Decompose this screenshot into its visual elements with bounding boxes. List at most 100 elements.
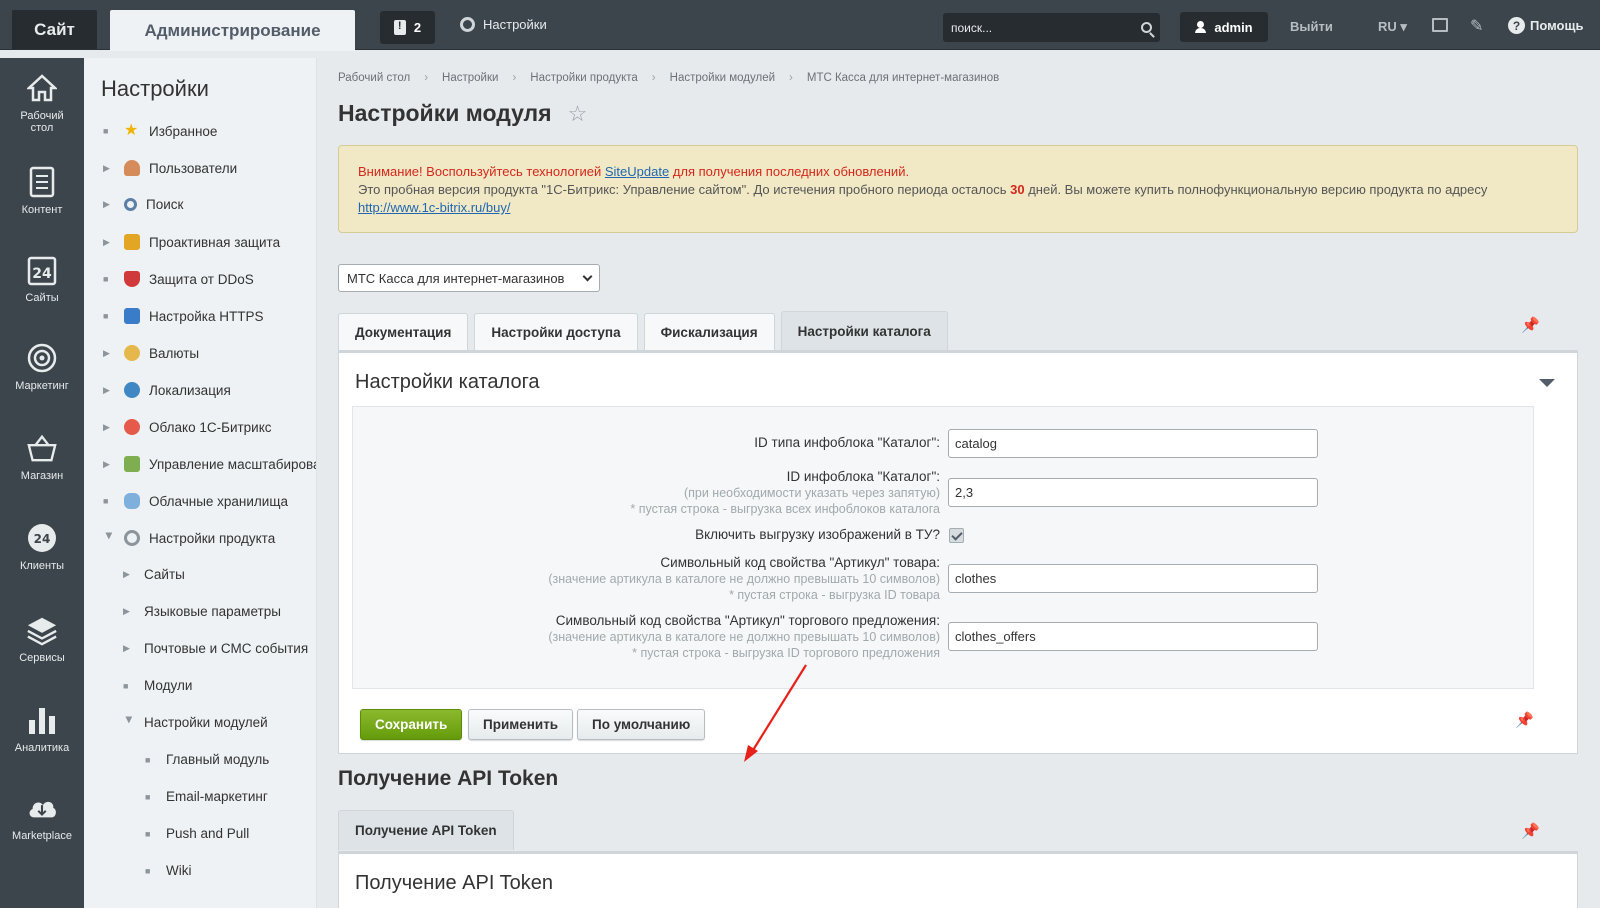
- layers-icon: [26, 614, 58, 646]
- sidebar-item-localization[interactable]: ▶ Локализация: [103, 382, 231, 398]
- iblock-id-hint-1: (при необходимости указать через запятую…: [683, 486, 940, 500]
- pin-buttons-icon[interactable]: 📌: [1515, 711, 1534, 729]
- save-button[interactable]: Сохранить: [360, 709, 463, 740]
- tab-documentation[interactable]: Документация: [338, 313, 469, 350]
- menu-item-marketplace[interactable]: Marketplace: [0, 792, 84, 842]
- sidebar-item-search[interactable]: ▶ Поиск: [103, 197, 183, 212]
- sku-input[interactable]: [948, 564, 1318, 593]
- favorite-star-icon[interactable]: ☆: [568, 101, 588, 127]
- collapse-arrow-icon[interactable]: ▶: [104, 532, 115, 544]
- site-tab[interactable]: Сайт: [12, 10, 97, 49]
- default-button[interactable]: По умолчанию: [577, 709, 706, 740]
- sidebar-item-cloud[interactable]: ▶ Облако 1С-Битрикс: [103, 419, 272, 435]
- bullet-marker: ■: [145, 791, 151, 802]
- red-arrow-annotation: [744, 664, 807, 762]
- bullet-marker: ■: [145, 754, 151, 765]
- bullet-marker: ■: [123, 680, 129, 691]
- pin-api-icon[interactable]: 📌: [1521, 822, 1540, 840]
- sidebar-item-sites[interactable]: ▶ Сайты: [123, 567, 185, 582]
- search-input[interactable]: [951, 20, 1141, 35]
- gear-icon: [124, 530, 140, 546]
- breadcrumb: Рабочий стол › Настройки › Настройки проду…: [338, 72, 999, 84]
- sidebar-item-module-settings[interactable]: ▶ Настройки модулей: [123, 715, 268, 730]
- collapse-arrow-icon[interactable]: ▶: [124, 717, 135, 729]
- expand-arrow-icon[interactable]: ▶: [103, 199, 115, 210]
- images-checkbox[interactable]: [949, 528, 964, 543]
- tab-api-token[interactable]: Получение API Token: [338, 810, 514, 850]
- iblock-id-input[interactable]: [948, 478, 1318, 507]
- expand-arrow-icon[interactable]: ▶: [103, 459, 115, 470]
- tab-catalog-settings[interactable]: Настройки каталога: [780, 311, 948, 350]
- menu-item-marketing[interactable]: Маркетинг: [0, 342, 84, 392]
- pin-tabs-icon[interactable]: 📌: [1521, 316, 1540, 334]
- api-tabs: Получение API Token: [338, 810, 514, 850]
- top-bar: Сайт Администрирование 2 Настройки admin…: [0, 0, 1600, 51]
- menu-item-analytics[interactable]: Аналитика: [0, 704, 84, 754]
- window-icon[interactable]: [1432, 18, 1448, 32]
- trial-days: 30: [1010, 182, 1025, 197]
- user-button[interactable]: admin: [1180, 12, 1268, 42]
- sidebar-item-currencies[interactable]: ▶ Валюты: [103, 345, 199, 361]
- menu-item-clients[interactable]: 24 Клиенты: [0, 522, 84, 572]
- language-switch[interactable]: RU ▾: [1378, 19, 1407, 35]
- buy-link[interactable]: http://www.1c-bitrix.ru/buy/: [358, 200, 510, 215]
- expand-arrow-icon[interactable]: ▶: [103, 237, 115, 248]
- sidebar-item-ddos[interactable]: ■ Защита от DDoS: [103, 271, 254, 287]
- collapse-icon[interactable]: [1539, 379, 1555, 387]
- expand-arrow-icon[interactable]: ▶: [123, 606, 135, 617]
- sidebar-item-proactive[interactable]: ▶ Проактивная защита: [103, 234, 280, 250]
- sidebar-item-label: Почтовые и СМС события: [144, 641, 309, 656]
- expand-arrow-icon[interactable]: ▶: [123, 643, 135, 654]
- sku-hint-2: * пустая строка - выгрузка ID товара: [729, 588, 940, 602]
- breadcrumb-item[interactable]: Настройки модулей: [670, 72, 775, 84]
- sidebar-item-email-marketing[interactable]: ■ Email-маркетинг: [145, 789, 268, 804]
- sidebar-item-scaling[interactable]: ▶ Управление масштабирова: [103, 456, 316, 472]
- sidebar-item-product-settings[interactable]: ▶ Настройки продукта: [103, 530, 275, 546]
- menu-item-services[interactable]: Сервисы: [0, 614, 84, 664]
- menu-item-desktop[interactable]: Рабочий стол: [0, 72, 84, 134]
- sidebar-item-users[interactable]: ▶ Пользователи: [103, 160, 237, 176]
- sidebar-item-modules[interactable]: ■ Модули: [123, 678, 192, 693]
- tab-access[interactable]: Настройки доступа: [474, 313, 638, 350]
- offer-sku-input[interactable]: [948, 622, 1318, 651]
- sidebar-item-wiki[interactable]: ■ Wiki: [145, 863, 192, 878]
- top-settings-link[interactable]: Настройки: [460, 17, 547, 32]
- breadcrumb-item[interactable]: МТС Касса для интернет-магазинов: [807, 72, 999, 84]
- module-select[interactable]: МТС Касса для интернет-магазинов: [338, 264, 600, 292]
- sidebar-item-label: Email-маркетинг: [166, 789, 268, 804]
- user-icon: [1195, 21, 1207, 33]
- iblock-type-input[interactable]: [948, 429, 1318, 458]
- breadcrumb-item[interactable]: Рабочий стол: [338, 72, 410, 84]
- sidebar-item-label: Настройки модулей: [144, 715, 268, 730]
- breadcrumb-item[interactable]: Настройки продукта: [530, 72, 638, 84]
- expand-arrow-icon[interactable]: ▶: [103, 422, 115, 433]
- iblock-id-hint-2: * пустая строка - выгрузка всех инфоблок…: [630, 502, 940, 516]
- expand-arrow-icon[interactable]: ▶: [103, 348, 115, 359]
- help-link[interactable]: ? Помощь: [1508, 17, 1583, 34]
- sidebar-item-mail-events[interactable]: ▶ Почтовые и СМС события: [123, 641, 308, 656]
- menu-item-shop[interactable]: Магазин: [0, 432, 84, 482]
- sidebar-item-cloud-storage[interactable]: ■ Облачные хранилища: [103, 493, 288, 509]
- menu-item-sites[interactable]: 24 Сайты: [0, 254, 84, 304]
- breadcrumb-separator: ›: [512, 72, 517, 84]
- sidebar-item-favorites[interactable]: ■ ★ Избранное: [103, 123, 217, 139]
- expand-arrow-icon[interactable]: ▶: [123, 569, 135, 580]
- sidebar-item-language[interactable]: ▶ Языковые параметры: [123, 604, 281, 619]
- expand-arrow-icon[interactable]: ▶: [103, 385, 115, 396]
- notifications-button[interactable]: 2: [380, 11, 435, 44]
- breadcrumb-separator: ›: [651, 72, 656, 84]
- pin-icon[interactable]: ✎: [1470, 16, 1483, 36]
- menu-item-content[interactable]: Контент: [0, 166, 84, 216]
- breadcrumb-item[interactable]: Настройки: [442, 72, 498, 84]
- apply-button[interactable]: Применить: [468, 709, 574, 740]
- search-icon[interactable]: [1141, 22, 1152, 33]
- expand-arrow-icon[interactable]: ▶: [103, 163, 115, 174]
- sidebar-item-main-module[interactable]: ■ Главный модуль: [145, 752, 269, 767]
- logout-link[interactable]: Выйти: [1290, 19, 1333, 34]
- admin-tab[interactable]: Администрирование: [110, 10, 355, 51]
- sidebar-item-https[interactable]: ■ Настройка HTTPS: [103, 308, 263, 324]
- sku-hint-1: (значение артикула в каталоге не должно …: [548, 572, 940, 586]
- sidebar-item-push-pull[interactable]: ■ Push and Pull: [145, 826, 249, 841]
- tab-fiscalization[interactable]: Фискализация: [643, 313, 775, 350]
- siteupdate-link[interactable]: SiteUpdate: [605, 164, 669, 179]
